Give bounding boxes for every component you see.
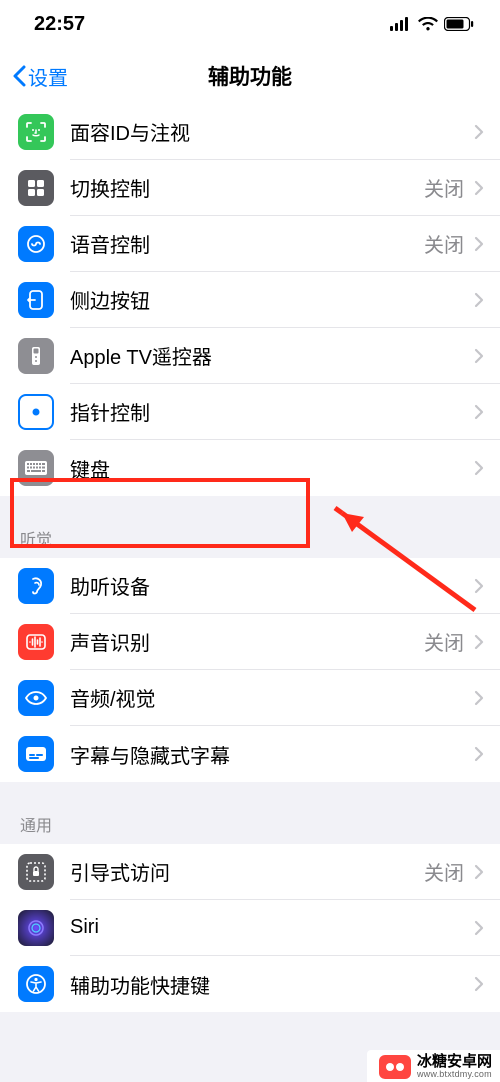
section-physical: 面容ID与注视 切换控制 关闭 语音控制 关闭 侧边按钮 — [0, 104, 500, 496]
row-hearing-devices[interactable]: 助听设备 — [0, 558, 500, 614]
chevron-right-icon — [474, 690, 484, 706]
row-label: 声音识别 — [70, 627, 424, 656]
nav-bar: 设置 辅助功能 — [0, 48, 500, 104]
eye-icon — [18, 680, 54, 716]
chevron-right-icon — [474, 348, 484, 364]
chevron-right-icon — [474, 976, 484, 992]
status-bar: 22:57 — [0, 0, 500, 48]
face-id-icon — [18, 114, 54, 150]
siri-icon — [18, 910, 54, 946]
chevron-right-icon — [474, 634, 484, 650]
chevron-right-icon — [474, 864, 484, 880]
row-guided-access[interactable]: 引导式访问 关闭 — [0, 844, 500, 900]
row-value: 关闭 — [424, 857, 464, 886]
row-label: Apple TV遥控器 — [70, 341, 474, 370]
chevron-right-icon — [474, 578, 484, 594]
row-audio-visual[interactable]: 音频/视觉 — [0, 670, 500, 726]
page-title: 辅助功能 — [208, 61, 292, 91]
section-hearing: 助听设备 声音识别 关闭 音频/视觉 字幕与隐藏式字幕 — [0, 558, 500, 782]
row-label: 助听设备 — [70, 571, 474, 600]
pointer-control-icon — [18, 394, 54, 430]
voice-control-icon — [18, 226, 54, 262]
guided-access-icon — [18, 854, 54, 890]
chevron-right-icon — [474, 920, 484, 936]
section-header-hearing: 听觉 — [0, 496, 500, 558]
row-switch-control[interactable]: 切换控制 关闭 — [0, 160, 500, 216]
row-label: 面容ID与注视 — [70, 117, 474, 146]
chevron-right-icon — [474, 124, 484, 140]
chevron-right-icon — [474, 460, 484, 476]
watermark: 冰糖安卓网 www.btxtdmy.com — [367, 1050, 500, 1082]
section-general: 引导式访问 关闭 Siri 辅助功能快捷键 — [0, 844, 500, 1012]
row-keyboard[interactable]: 键盘 — [0, 440, 500, 496]
row-face-id[interactable]: 面容ID与注视 — [0, 104, 500, 160]
row-accessibility-shortcut[interactable]: 辅助功能快捷键 — [0, 956, 500, 1012]
wifi-icon — [418, 17, 438, 31]
cellular-icon — [390, 17, 412, 31]
chevron-left-icon — [12, 65, 26, 87]
row-voice-control[interactable]: 语音控制 关闭 — [0, 216, 500, 272]
chevron-right-icon — [474, 180, 484, 196]
row-value: 关闭 — [424, 173, 464, 202]
switch-control-icon — [18, 170, 54, 206]
chevron-right-icon — [474, 236, 484, 252]
row-label: 键盘 — [70, 454, 474, 483]
row-label: Siri — [70, 916, 474, 939]
row-value: 关闭 — [424, 627, 464, 656]
row-side-button[interactable]: 侧边按钮 — [0, 272, 500, 328]
row-label: 字幕与隐藏式字幕 — [70, 740, 474, 769]
chevron-right-icon — [474, 292, 484, 308]
captions-icon — [18, 736, 54, 772]
back-label: 设置 — [28, 62, 68, 91]
keyboard-icon — [18, 450, 54, 486]
section-header-general: 通用 — [0, 782, 500, 844]
row-subtitles[interactable]: 字幕与隐藏式字幕 — [0, 726, 500, 782]
watermark-url: www.btxtdmy.com — [417, 1070, 492, 1080]
battery-icon — [444, 17, 474, 31]
row-label: 音频/视觉 — [70, 683, 474, 712]
row-apple-tv-remote[interactable]: Apple TV遥控器 — [0, 328, 500, 384]
chevron-right-icon — [474, 746, 484, 762]
row-label: 指针控制 — [70, 397, 474, 426]
row-sound-recognition[interactable]: 声音识别 关闭 — [0, 614, 500, 670]
row-label: 语音控制 — [70, 229, 424, 258]
chevron-right-icon — [474, 404, 484, 420]
watermark-logo-icon — [379, 1055, 411, 1079]
row-pointer-control[interactable]: 指针控制 — [0, 384, 500, 440]
side-button-icon — [18, 282, 54, 318]
ear-icon — [18, 568, 54, 604]
status-time: 22:57 — [34, 13, 85, 36]
row-value: 关闭 — [424, 229, 464, 258]
row-label: 切换控制 — [70, 173, 424, 202]
row-label: 侧边按钮 — [70, 285, 474, 314]
accessibility-icon — [18, 966, 54, 1002]
row-siri[interactable]: Siri — [0, 900, 500, 956]
status-icons — [390, 17, 474, 31]
tv-remote-icon — [18, 338, 54, 374]
row-label: 引导式访问 — [70, 857, 424, 886]
back-button[interactable]: 设置 — [12, 62, 68, 91]
watermark-name: 冰糖安卓网 — [417, 1054, 492, 1071]
sound-wave-icon — [18, 624, 54, 660]
row-label: 辅助功能快捷键 — [70, 970, 474, 999]
